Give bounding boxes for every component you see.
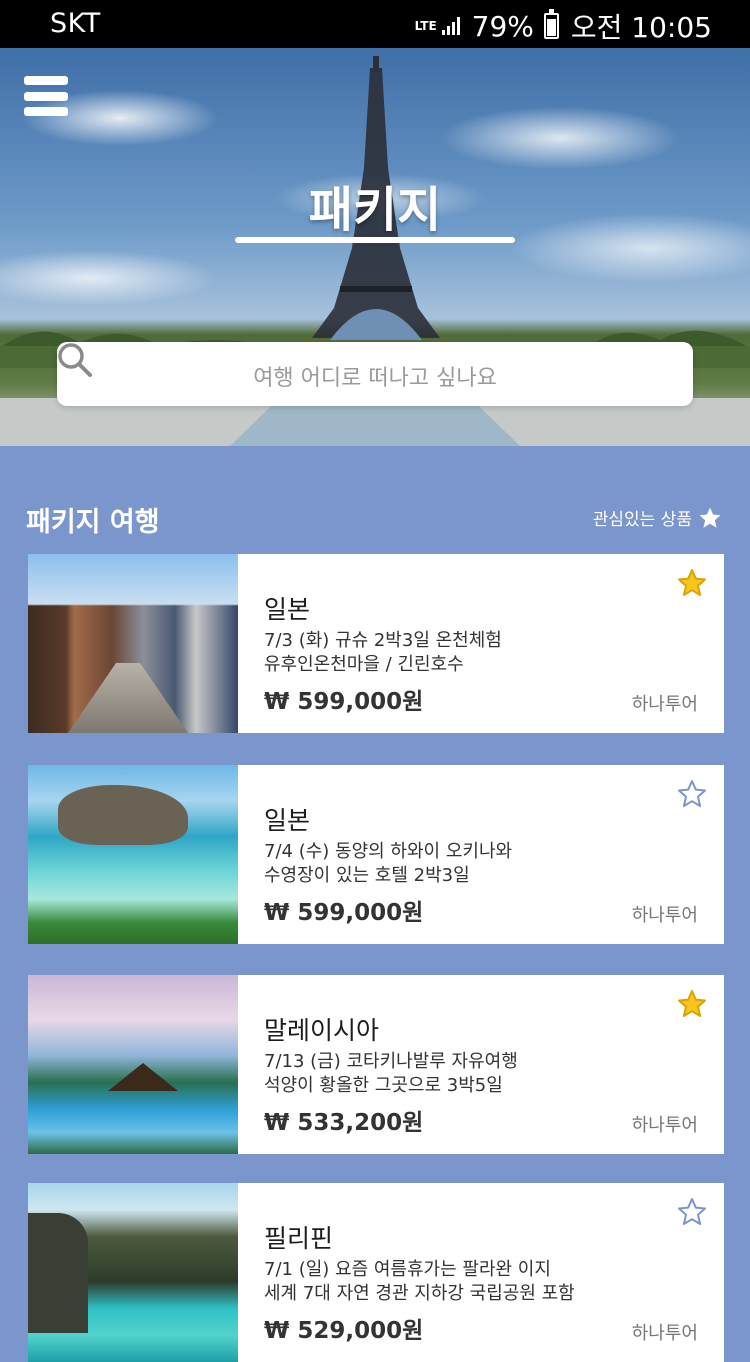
package-card[interactable]: 일본 7/3 (화) 규슈 2박3일 온천체험 유후인온천마을 / 긴린호수 ₩… [28,554,724,733]
title-underline [235,237,515,243]
favorites-link[interactable]: 관심있는 상품 [593,505,722,530]
package-card[interactable]: 일본 7/4 (수) 동양의 하와이 오키나와 수영장이 있는 호텔 2박3일 … [28,765,724,944]
search-icon[interactable] [57,342,93,378]
favorite-star-icon[interactable] [677,568,707,598]
package-description: 7/13 (금) 코타키나발루 자유여행 [264,1051,518,1072]
package-agency: 하나투어 [631,1115,698,1136]
battery-icon [543,9,559,39]
package-thumbnail [28,975,238,1154]
package-price: ₩ 529,000원 [264,1318,424,1344]
package-destination: 일본 [264,806,311,835]
package-description: 7/1 (일) 요즘 여름휴가는 팔라완 이지 [264,1259,551,1280]
package-info: 일본 7/3 (화) 규슈 2박3일 온천체험 유후인온천마을 / 긴린호수 ₩… [238,554,724,733]
package-destination: 말레이시아 [264,1016,380,1045]
package-agency: 하나투어 [631,1323,698,1344]
package-description: 7/4 (수) 동양의 하와이 오키나와 [264,841,513,862]
clock: 오전 10:05 [570,11,712,44]
package-destination: 필리핀 [264,1224,334,1253]
menu-button[interactable] [24,76,68,116]
favorite-star-icon[interactable] [677,779,707,809]
package-description: 7/3 (화) 규슈 2박3일 온천체험 [264,630,502,651]
package-price: ₩ 599,000원 [264,900,424,926]
search-input[interactable]: 여행 어디로 떠나고 싶나요 [57,342,693,406]
package-description: 수영장이 있는 호텔 2박3일 [264,865,470,886]
search-placeholder: 여행 어디로 떠나고 싶나요 [253,366,497,391]
package-thumbnail [28,554,238,733]
network-type: LTE [414,19,437,33]
package-description: 세계 7대 자연 경관 지하강 국립공원 포함 [264,1283,575,1304]
package-agency: 하나투어 [631,905,698,926]
package-destination: 일본 [264,595,311,624]
package-price: ₩ 599,000원 [264,689,424,715]
battery-percent: 79% [471,9,534,43]
package-description: 석양이 황올한 그곳으로 3박5일 [264,1075,503,1096]
package-agency: 하나투어 [631,694,698,715]
favorite-star-icon[interactable] [677,989,707,1019]
hamburger-menu-icon [24,76,68,85]
carrier-name: SKT [50,8,101,39]
package-info: 말레이시아 7/13 (금) 코타키나발루 자유여행 석양이 황올한 그곳으로 … [238,975,724,1154]
star-icon [699,507,721,528]
status-bar: SKT LTE 79% 오전 10:05 [0,0,750,48]
package-thumbnail [28,765,238,944]
page-title: 패키지 [308,182,442,238]
package-description: 유후인온천마을 / 긴린호수 [264,654,464,675]
status-indicators: LTE 79% 오전 10:05 [414,6,712,46]
package-thumbnail [28,1183,238,1362]
favorites-label: 관심있는 상품 [592,510,692,530]
package-card[interactable]: 말레이시아 7/13 (금) 코타키나발루 자유여행 석양이 황올한 그곳으로 … [28,975,724,1154]
package-price: ₩ 533,200원 [264,1110,424,1136]
favorite-star-icon[interactable] [677,1197,707,1227]
package-info: 일본 7/4 (수) 동양의 하와이 오키나와 수영장이 있는 호텔 2박3일 … [238,765,724,944]
section-title: 패키지 여행 [26,507,160,538]
package-card[interactable]: 필리핀 7/1 (일) 요즘 여름휴가는 팔라완 이지 세계 7대 자연 경관 … [28,1183,724,1362]
hero-banner: 패키지 여행 어디로 떠나고 싶나요 [0,48,750,446]
package-info: 필리핀 7/1 (일) 요즘 여름휴가는 팔라완 이지 세계 7대 자연 경관 … [238,1183,724,1362]
signal-icon [441,17,462,35]
